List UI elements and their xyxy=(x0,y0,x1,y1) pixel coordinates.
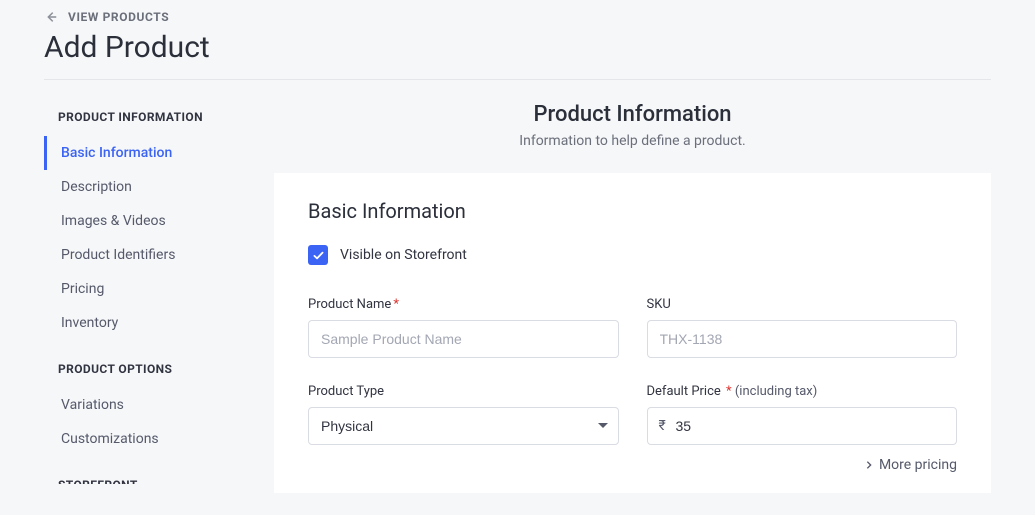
more-pricing-toggle[interactable]: More pricing xyxy=(308,457,957,473)
product-type-label: Product Type xyxy=(308,384,619,399)
sku-label: SKU xyxy=(647,297,958,312)
sidebar-heading-product-information: PRODUCT INFORMATION xyxy=(58,110,244,124)
sidebar-item-inventory[interactable]: Inventory xyxy=(44,306,244,340)
product-name-input[interactable] xyxy=(308,320,619,358)
default-price-input[interactable] xyxy=(647,407,958,445)
sidebar: PRODUCT INFORMATION Basic Information De… xyxy=(44,102,244,506)
divider xyxy=(44,79,991,80)
sidebar-heading-product-options: PRODUCT OPTIONS xyxy=(58,362,244,376)
visible-on-storefront-label: Visible on Storefront xyxy=(340,247,467,263)
currency-symbol: ₹ xyxy=(659,418,666,434)
more-pricing-label: More pricing xyxy=(879,457,957,473)
sidebar-item-pricing[interactable]: Pricing xyxy=(44,272,244,306)
product-name-label: Product Name* xyxy=(308,297,619,312)
sidebar-item-product-identifiers[interactable]: Product Identifiers xyxy=(44,238,244,272)
basic-information-panel: Basic Information Visible on Storefront … xyxy=(274,173,991,493)
sku-input[interactable] xyxy=(647,320,958,358)
section-subtitle: Information to help define a product. xyxy=(274,133,991,149)
visible-on-storefront-checkbox[interactable] xyxy=(308,245,328,265)
product-type-select[interactable] xyxy=(308,407,619,445)
breadcrumb-label: VIEW PRODUCTS xyxy=(68,10,169,24)
sidebar-item-variations[interactable]: Variations xyxy=(44,388,244,422)
back-arrow-icon xyxy=(44,10,58,24)
sidebar-heading-storefront: STOREFRONT xyxy=(58,478,244,484)
sidebar-item-description[interactable]: Description xyxy=(44,170,244,204)
section-title: Product Information xyxy=(274,102,991,127)
panel-title: Basic Information xyxy=(308,199,957,223)
main-content: Product Information Information to help … xyxy=(244,102,991,493)
sidebar-item-customizations[interactable]: Customizations xyxy=(44,422,244,456)
sidebar-item-images-videos[interactable]: Images & Videos xyxy=(44,204,244,238)
breadcrumb[interactable]: VIEW PRODUCTS xyxy=(44,10,991,24)
sidebar-item-basic-information[interactable]: Basic Information xyxy=(44,136,244,170)
page-title: Add Product xyxy=(44,30,991,65)
default-price-label: Default Price * (including tax) xyxy=(647,384,958,399)
